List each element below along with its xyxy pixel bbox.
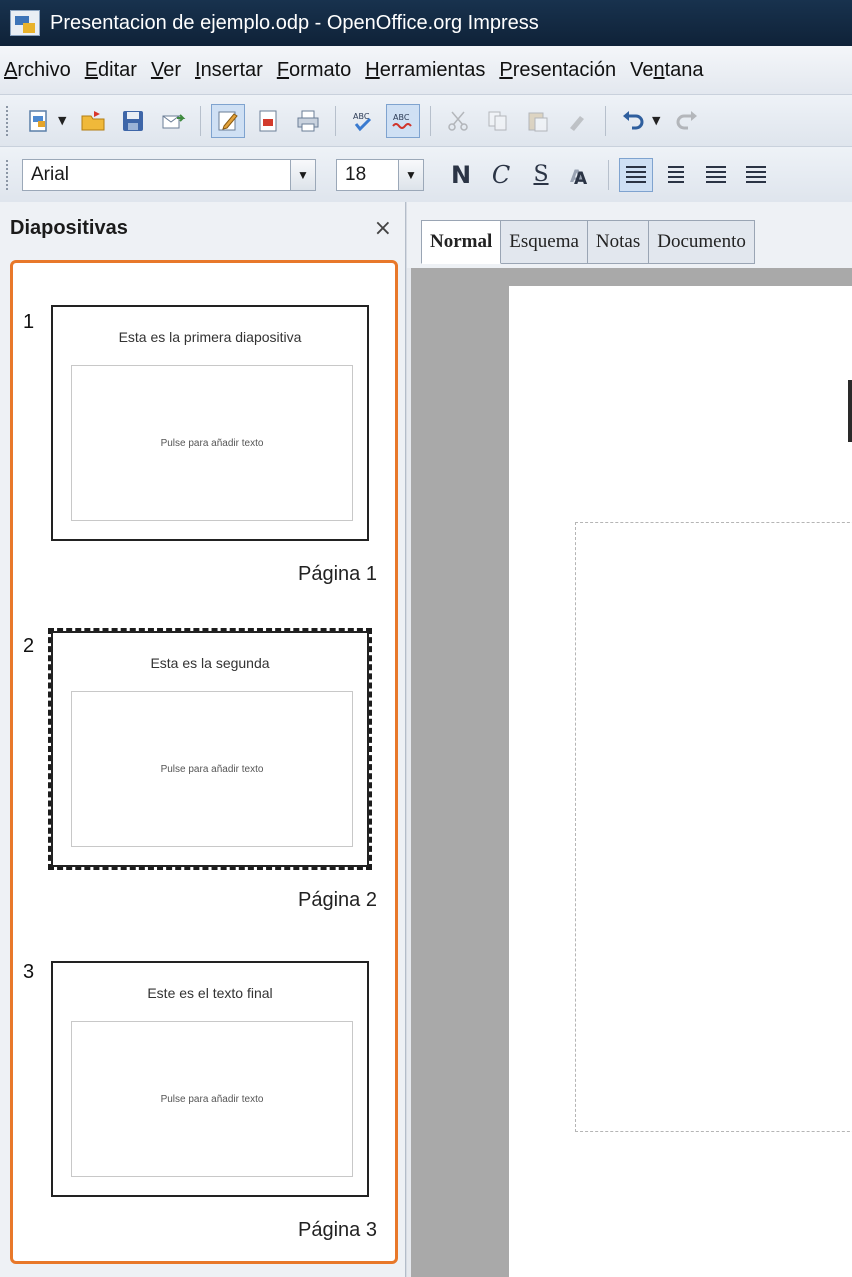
menu-presentacion[interactable]: Presentación — [499, 59, 616, 82]
toolbar-grip[interactable] — [6, 105, 10, 136]
font-size-combo[interactable]: 18 ▼ — [336, 158, 424, 191]
toolbar-separator — [200, 105, 201, 136]
tab-notas[interactable]: Notas — [587, 220, 650, 264]
thumbnail-placeholder: Pulse para añadir texto — [71, 1021, 353, 1177]
title-text-cursor — [848, 380, 852, 442]
thumbnail-title: Esta es la segunda — [150, 655, 270, 671]
align-center-button[interactable] — [659, 158, 693, 192]
save-icon[interactable] — [116, 104, 150, 138]
slides-pane-header: Diapositivas × — [0, 202, 406, 254]
page-label: Página 3 — [298, 1219, 377, 1241]
align-right-button[interactable] — [699, 158, 733, 192]
slide-number: 1 — [23, 311, 35, 333]
chevron-down-icon[interactable]: ▼ — [290, 158, 316, 191]
print-icon[interactable] — [291, 104, 325, 138]
menu-ventana[interactable]: Ventana — [630, 59, 703, 82]
align-center-icon — [668, 165, 684, 184]
new-document-icon[interactable] — [22, 104, 56, 138]
page-label: Página 2 — [298, 889, 377, 911]
clone-formatting-icon[interactable] — [561, 104, 595, 138]
justify-icon — [746, 165, 766, 184]
chevron-down-icon[interactable]: ▼ — [398, 158, 424, 191]
slide-number: 2 — [23, 635, 35, 657]
impress-app-icon[interactable] — [10, 10, 40, 36]
cut-icon[interactable] — [441, 104, 475, 138]
slide-canvas[interactable] — [509, 286, 852, 1277]
toolbar-separator — [608, 159, 609, 190]
thumbnail-placeholder: Pulse para añadir texto — [71, 691, 353, 847]
undo-icon[interactable] — [616, 104, 650, 138]
export-pdf-icon[interactable] — [251, 104, 285, 138]
undo-dropdown-icon[interactable]: ▼ — [652, 114, 664, 127]
toolbar-separator — [430, 105, 431, 136]
edit-file-icon[interactable] — [211, 103, 245, 138]
copy-icon[interactable] — [481, 104, 515, 138]
tab-documento[interactable]: Documento — [649, 220, 755, 264]
slide-thumbnail-1[interactable]: Esta es la primera diapositiva Pulse par… — [51, 305, 369, 541]
tab-esquema[interactable]: Esquema — [501, 220, 588, 264]
menu-ver[interactable]: Ver — [151, 59, 181, 82]
spellcheck-icon[interactable]: ABC — [346, 104, 380, 138]
tab-normal[interactable]: Normal — [421, 220, 502, 264]
font-name-value: Arial — [31, 163, 70, 185]
menu-insertar[interactable]: Insertar — [195, 59, 263, 82]
paste-icon[interactable] — [521, 104, 555, 138]
slide-canvas-area — [407, 268, 852, 1277]
underline-button[interactable]: S — [524, 158, 558, 192]
toolbar-grip[interactable] — [6, 159, 10, 190]
svg-text:ABC: ABC — [393, 113, 410, 122]
open-folder-icon[interactable] — [76, 104, 110, 138]
slide-thumbnail-3[interactable]: Este es el texto final Pulse para añadir… — [51, 961, 369, 1197]
content-placeholder[interactable] — [575, 522, 852, 1132]
align-right-icon — [706, 165, 726, 184]
view-tab-row: Normal Esquema Notas Documento — [421, 220, 755, 264]
redo-icon[interactable] — [670, 104, 704, 138]
toolbar-separator — [605, 105, 606, 136]
main-area: Normal Esquema Notas Documento — [407, 202, 852, 1277]
thumbnail-title: Esta es la primera diapositiva — [118, 329, 302, 345]
menu-bar: Archivo Editar Ver Insertar Formato Herr… — [0, 46, 852, 94]
menu-editar[interactable]: Editar — [85, 59, 137, 82]
window-title: Presentacion de ejemplo.odp - OpenOffice… — [50, 11, 539, 34]
svg-text:A: A — [574, 169, 588, 188]
formatting-toolbar: Arial ▼ 18 ▼ N C S AA — [0, 146, 852, 202]
close-icon[interactable]: × — [374, 216, 392, 241]
menu-herramientas[interactable]: Herramientas — [365, 59, 485, 82]
align-left-icon — [626, 165, 646, 184]
thumbnail-placeholder: Pulse para añadir texto — [71, 365, 353, 521]
title-bar: Presentacion de ejemplo.odp - OpenOffice… — [0, 0, 852, 46]
slides-pane-title: Diapositivas — [10, 216, 128, 239]
menu-formato[interactable]: Formato — [277, 59, 351, 82]
slide-number: 3 — [23, 961, 35, 983]
font-name-combo[interactable]: Arial ▼ — [22, 158, 316, 191]
standard-toolbar: ▼ ABC ABC ▼ — [0, 94, 852, 146]
slide-thumbnail-2[interactable]: Esta es la segunda Pulse para añadir tex… — [48, 628, 372, 870]
slides-pane: Diapositivas × 1 Esta es la primera diap… — [0, 202, 406, 1277]
thumbnail-title: Este es el texto final — [147, 985, 273, 1001]
bold-button[interactable]: N — [444, 158, 478, 192]
new-dropdown-icon[interactable]: ▼ — [58, 114, 70, 127]
slide-list: 1 Esta es la primera diapositiva Pulse p… — [10, 260, 398, 1264]
page-label: Página 1 — [298, 563, 377, 585]
menu-archivo[interactable]: Archivo — [4, 59, 71, 82]
email-document-icon[interactable] — [156, 104, 190, 138]
align-left-button[interactable] — [619, 157, 653, 192]
pane-splitter[interactable] — [407, 268, 411, 1277]
toolbar-separator — [335, 105, 336, 136]
font-size-value: 18 — [345, 163, 367, 185]
shadow-icon[interactable]: AA — [564, 158, 598, 192]
view-tabs: Normal Esquema Notas Documento — [407, 202, 852, 268]
justify-button[interactable] — [739, 158, 773, 192]
autospellcheck-icon[interactable]: ABC — [386, 103, 420, 138]
italic-button[interactable]: C — [484, 158, 518, 192]
